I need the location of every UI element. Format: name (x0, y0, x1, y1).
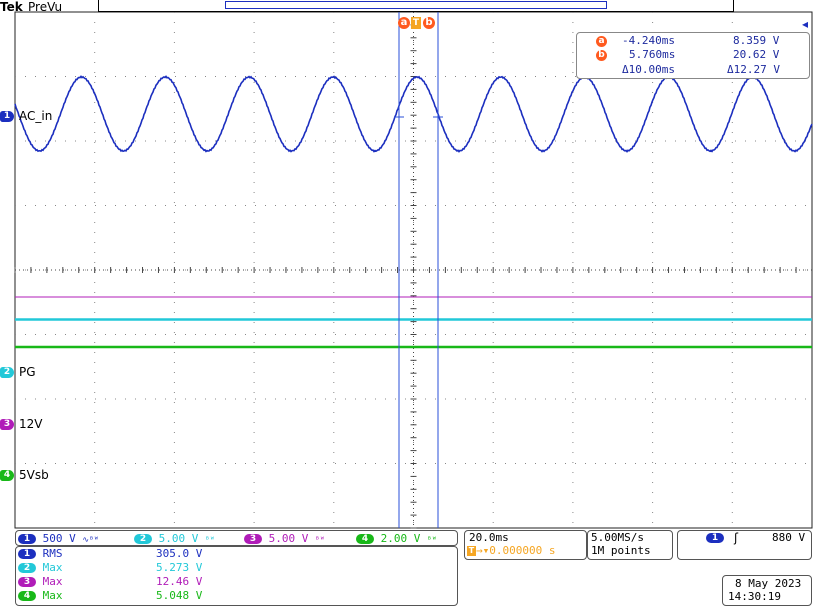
cursor-a-time: -4.240ms (622, 34, 675, 47)
cursor-a-value: 8.359 V (733, 34, 780, 47)
ch1-label: AC_in (19, 109, 53, 123)
ch1-marker[interactable]: 1 (0, 111, 14, 122)
cursor-b-value: 20.62 V (733, 48, 780, 61)
trigger-panel[interactable]: 1 ʃ 880 V (677, 530, 812, 560)
brand-logo: Tek (0, 0, 23, 14)
rising-edge-icon: ʃ (734, 531, 739, 545)
ch1-scale[interactable]: 1 500 V ∿ᴮᵂ (18, 532, 99, 545)
record-view-window[interactable] (225, 1, 607, 9)
ch4-label: 5Vsb (19, 468, 49, 482)
measurement-3: 3 Max (18, 575, 63, 588)
measurement-3-value: 12.46 V (156, 575, 203, 588)
ch3-marker[interactable]: 3 (0, 419, 14, 430)
channel-scale-bar: 1 500 V ∿ᴮᵂ 2 5.00 V ᴮᵂ 3 5.00 V ᴮᵂ 4 2.… (15, 530, 458, 546)
ch2-label: PG (19, 365, 36, 379)
cursor-readout-panel: a -4.240ms 8.359 V b 5.760ms 20.62 V Δ10… (576, 32, 810, 79)
sample-rate: 5.00MS/s (591, 531, 644, 544)
ch3-scale[interactable]: 3 5.00 V ᴮᵂ (244, 532, 325, 545)
ch2-scale[interactable]: 2 5.00 V ᴮᵂ (134, 532, 215, 545)
ch4-scale[interactable]: 4 2.00 V ᴮᵂ (356, 532, 437, 545)
measurement-1-value: 305.0 V (156, 547, 203, 560)
acquisition-panel[interactable]: 5.00MS/s 1M points (587, 530, 673, 560)
measurement-4-value: 5.048 V (156, 589, 203, 602)
graticule (14, 11, 813, 529)
cursor-a-tag[interactable]: a (398, 17, 410, 29)
timebase-scale: 20.0ms (469, 531, 509, 544)
measurement-2-value: 5.273 V (156, 561, 203, 574)
scope-display (14, 11, 813, 529)
datetime-panel: 8 May 2023 14:30:19 (722, 575, 812, 606)
measurement-2: 2 Max (18, 561, 63, 574)
trigger-position-marker[interactable]: T (411, 17, 421, 29)
measurement-1: 1 RMS (18, 547, 63, 560)
cursor-delta-value: Δ12.27 V (727, 63, 780, 76)
trigger-level-arrow[interactable]: ◂ (802, 17, 808, 31)
acquisition-mode: PreVu (28, 0, 63, 14)
ch2-marker[interactable]: 2 (0, 367, 14, 378)
ch3-label: 12V (19, 417, 43, 431)
cursor-b-badge: b (596, 50, 607, 61)
timebase-panel[interactable]: 20.0ms T →▾0.000000 s (464, 530, 587, 560)
trigger-level: 880 V (772, 531, 806, 544)
trigger-position-icon: T (467, 546, 476, 556)
cursor-b-tag[interactable]: b (423, 17, 435, 29)
cursor-delta-time: Δ10.00ms (622, 63, 675, 76)
record-length: 1M points (591, 544, 651, 557)
measurement-4: 4 Max (18, 589, 63, 602)
record-overview[interactable] (98, 0, 734, 12)
measurements-panel[interactable]: 1 RMS 305.0 V 2 Max 5.273 V 3 Max 12.46 … (15, 546, 458, 606)
time: 14:30:19 (728, 590, 781, 603)
trigger-source: 1 (706, 533, 724, 543)
ch4-marker[interactable]: 4 (0, 470, 14, 481)
date: 8 May 2023 (735, 577, 802, 590)
cursor-b-time: 5.760ms (629, 48, 676, 61)
cursor-a-badge: a (596, 36, 607, 47)
trigger-delay: T →▾0.000000 s (467, 544, 556, 557)
